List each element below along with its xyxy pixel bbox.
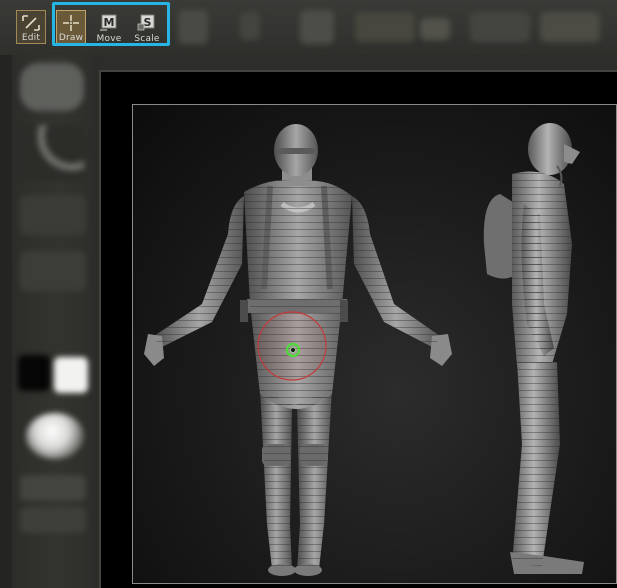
edit-button[interactable]: Edit: [16, 10, 46, 44]
left-edge-strip: [0, 55, 12, 588]
blurred-toolbar-item: [240, 12, 260, 40]
edit-label: Edit: [21, 33, 41, 43]
blurred-alpha-thumbnail: [18, 355, 50, 391]
blurred-toolbar-item: [540, 12, 600, 42]
blurred-panel-item: [20, 195, 86, 235]
blurred-toolbar-item: [420, 18, 450, 40]
blurred-toolbar-item: [470, 12, 530, 42]
blurred-stroke-thumbnail: [24, 125, 84, 181]
tool-selection-highlight: [52, 2, 170, 46]
left-tool-panel: [0, 55, 98, 588]
brush-cursor: [257, 311, 327, 381]
model-render[interactable]: [132, 104, 617, 584]
top-toolbar: Edit Draw M Move S Scale: [0, 0, 617, 55]
blurred-toolbar-item: [300, 10, 334, 44]
blurred-material-sphere: [26, 413, 84, 459]
blurred-texture-thumbnail: [54, 357, 88, 393]
blurred-brush-thumbnail: [20, 63, 84, 111]
blurred-panel-item: [20, 475, 86, 501]
blurred-toolbar-item: [178, 10, 208, 44]
side-view-figure: [483, 123, 584, 574]
edit-mode-icon: [22, 15, 40, 31]
blurred-panel-item: [20, 507, 86, 533]
blurred-toolbar-item: [355, 12, 415, 42]
blurred-panel-item: [20, 251, 86, 291]
